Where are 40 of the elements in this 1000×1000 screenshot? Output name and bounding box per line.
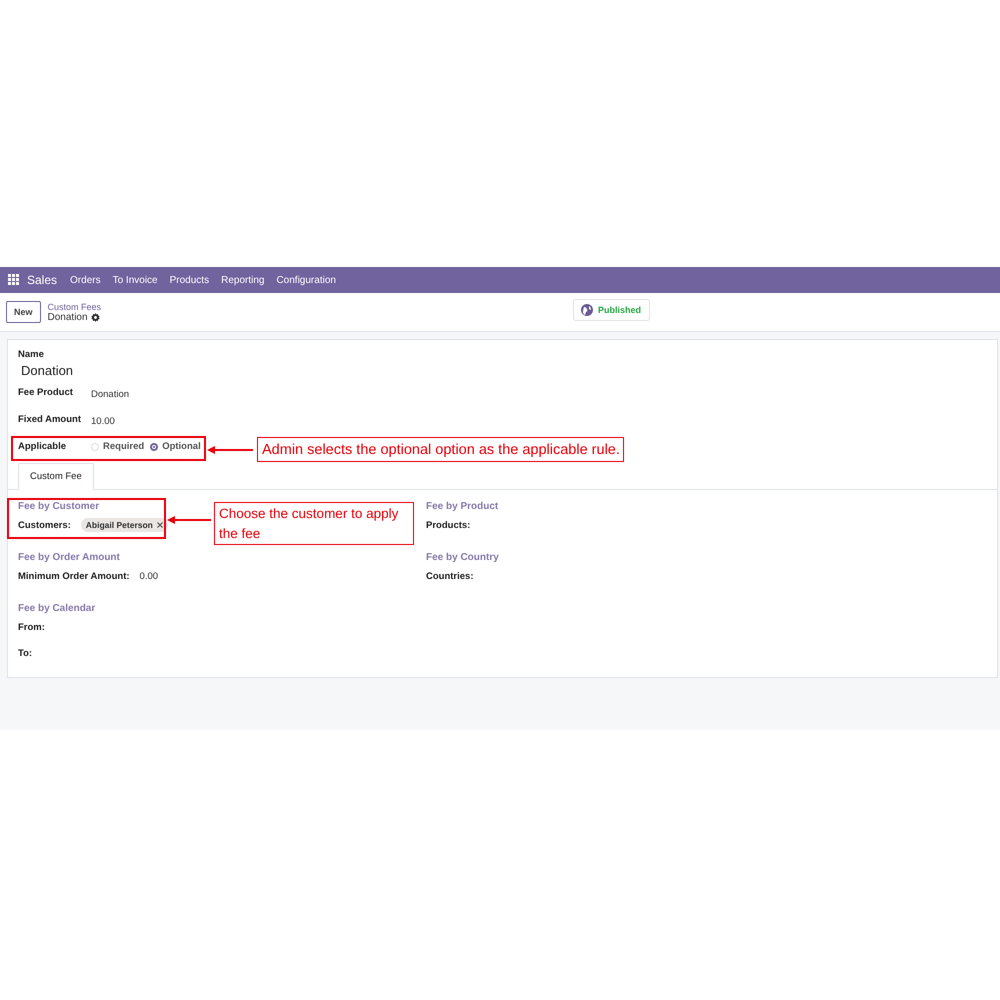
name-field[interactable]: Donation: [21, 363, 997, 378]
field-label: Fixed Amount: [18, 414, 82, 425]
field-label: To:: [18, 648, 32, 658]
section-title: Fee by Product: [426, 501, 500, 512]
annotation-note: Admin selects the optional option as the applicable rule.: [257, 437, 624, 462]
annotation-note: Choose the customer to apply the fee: [214, 502, 414, 545]
gear-icon[interactable]: [90, 312, 100, 322]
menu-item[interactable]: Reporting: [221, 274, 264, 286]
field-value[interactable]: Donation: [91, 388, 130, 400]
customer-tag[interactable]: Abigail Peterson: [80, 518, 168, 532]
menu-item[interactable]: Configuration: [276, 274, 336, 286]
tab[interactable]: Custom Fee: [18, 463, 94, 490]
field-label: Products:: [426, 520, 470, 530]
remove-icon[interactable]: [156, 522, 163, 528]
field-label: Name: [18, 349, 45, 360]
section-title: Fee by Country: [426, 552, 500, 563]
apps-grid-icon[interactable]: [8, 274, 20, 286]
arrow: [207, 446, 253, 454]
app-name[interactable]: Sales: [27, 273, 58, 287]
section-title: Fee by Order Amount: [18, 552, 121, 563]
radio-option[interactable]: Required: [91, 441, 144, 452]
breadcrumb-link[interactable]: Custom Fees: [48, 302, 102, 312]
menu-item[interactable]: Products: [170, 274, 210, 286]
field-value[interactable]: 10.00: [91, 416, 115, 426]
section-title: Fee by Customer: [18, 501, 100, 512]
menu-item[interactable]: Orders: [70, 274, 101, 286]
field-label: Customers:: [18, 520, 71, 530]
arrow: [167, 516, 211, 524]
field-label: Fee Product: [18, 387, 74, 398]
globe-icon: [581, 304, 593, 316]
field-label: From:: [18, 622, 45, 632]
field-label: Applicable: [18, 441, 68, 452]
new-button[interactable]: New: [6, 301, 41, 323]
field-value[interactable]: 0.00: [140, 570, 158, 582]
radio-option[interactable]: Optional: [150, 441, 201, 452]
section-title: Fee by Calendar: [18, 603, 96, 614]
field-label: Minimum Order Amount:: [18, 570, 130, 582]
field-label: Countries:: [426, 570, 474, 582]
menu-item[interactable]: To Invoice: [112, 274, 158, 286]
record-title: Donation: [48, 312, 88, 322]
